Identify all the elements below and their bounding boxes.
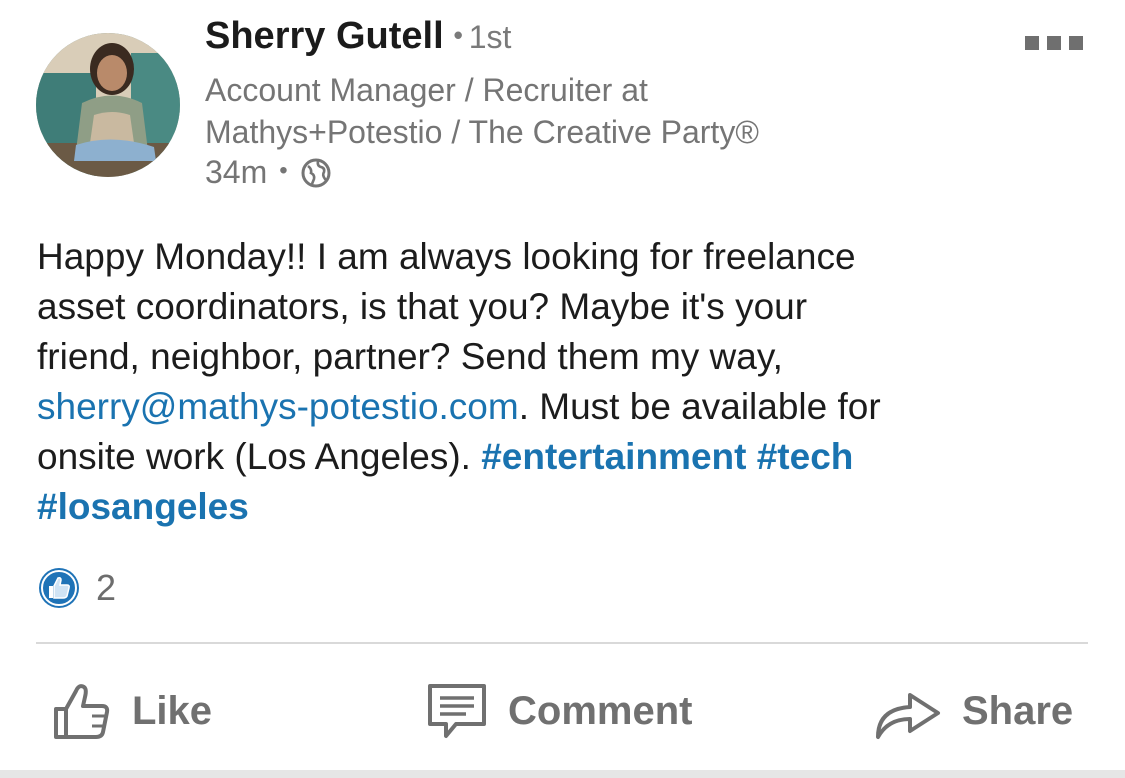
post-text-line: friend, neighbor, partner? Send them my … <box>37 336 783 377</box>
thumbs-up-icon <box>54 684 110 739</box>
share-label: Share <box>962 688 1074 733</box>
author-name[interactable]: Sherry Gutell <box>205 15 444 57</box>
reaction-count: 2 <box>96 567 117 608</box>
share-button[interactable]: Share <box>874 673 1073 749</box>
post-text-fragment: onsite work (Los Angeles). <box>37 436 482 477</box>
avatar-photo <box>36 33 180 177</box>
more-options-icon <box>1069 36 1083 50</box>
headline-line: Account Manager / Recruiter at <box>205 72 648 108</box>
reactions-summary[interactable]: 2 <box>38 567 116 609</box>
post-text-line: onsite work (Los Angeles). #entertainmen… <box>37 432 1097 482</box>
meta-separator: • <box>279 156 288 184</box>
thumbs-up-badge-icon <box>39 568 79 608</box>
share-arrow-icon <box>876 693 940 739</box>
post-text-fragment: . Must be available for <box>518 386 881 427</box>
more-options-icon <box>1047 36 1061 50</box>
comment-icon <box>428 684 486 738</box>
like-button[interactable]: Like <box>52 673 212 749</box>
connection-degree: 1st <box>468 19 512 55</box>
email-link[interactable]: sherry@mathys-potestio.com <box>37 386 519 427</box>
divider <box>36 642 1088 644</box>
post-body: Happy Monday!! I am always looking for f… <box>37 232 1097 532</box>
feed-post: Sherry Gutell • 1st Account Manager / Recr… <box>0 0 1125 778</box>
hashtag-link[interactable]: #losangeles <box>37 486 249 527</box>
post-text-line: #losangeles <box>37 482 1097 532</box>
more-options-button[interactable] <box>1025 36 1091 56</box>
degree-separator: • <box>453 20 463 50</box>
author-headline: Account Manager / Recruiter at Mathys+Po… <box>205 69 965 153</box>
post-text-line: sherry@mathys-potestio.com. Must be avai… <box>37 382 1097 432</box>
hashtag-link[interactable]: #tech <box>757 436 854 477</box>
comment-button[interactable]: Comment <box>426 673 692 749</box>
hashtag-link[interactable]: #entertainment <box>481 436 746 477</box>
globe-icon <box>301 158 331 187</box>
post-text-line: Happy Monday!! I am always looking for f… <box>37 236 856 277</box>
headline-line: Mathys+Potestio / The Creative Party® <box>205 114 759 150</box>
hashtag-space <box>746 436 756 477</box>
post-meta: 34m • <box>205 154 332 191</box>
author-name-row: Sherry Gutell • 1st <box>205 15 511 58</box>
like-label: Like <box>132 688 213 733</box>
post-text-line: asset coordinators, is that you? Maybe i… <box>37 286 808 327</box>
more-options-icon <box>1025 36 1039 50</box>
comment-label: Comment <box>508 688 693 733</box>
post-time: 34m <box>205 154 268 190</box>
post-separator <box>0 770 1125 778</box>
avatar[interactable] <box>36 33 180 177</box>
